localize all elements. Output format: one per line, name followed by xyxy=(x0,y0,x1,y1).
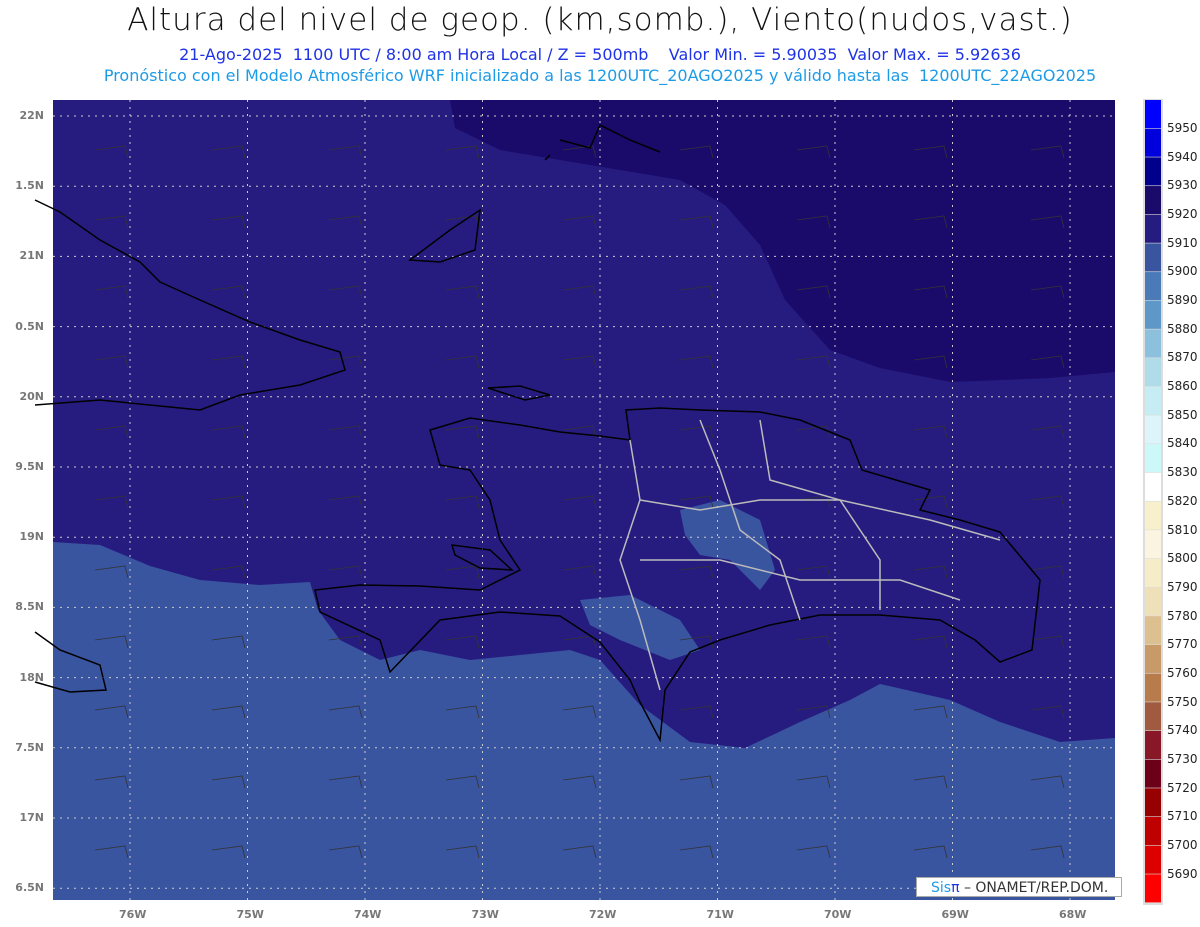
colorbar-swatch xyxy=(1145,730,1161,760)
colorbar xyxy=(1143,99,1163,905)
colorbar-swatch xyxy=(1145,874,1161,903)
colorbar-label: 5880 xyxy=(1167,321,1198,336)
colorbar-label: 5860 xyxy=(1167,379,1198,394)
colorbar-swatch xyxy=(1145,702,1161,731)
colorbar-swatch xyxy=(1145,300,1161,329)
colorbar-label: 5750 xyxy=(1167,694,1198,709)
onamet-logo: Sisπ – ONAMET/REP.DOM. xyxy=(916,877,1122,897)
colorbar-swatch xyxy=(1145,100,1161,129)
colorbar-label: 5720 xyxy=(1167,780,1198,795)
colorbar-swatch xyxy=(1145,386,1161,415)
colorbar-label: 5850 xyxy=(1167,407,1198,422)
colorbar-label: 5900 xyxy=(1167,264,1198,279)
colorbar-label: 5910 xyxy=(1167,235,1198,250)
colorbar-swatch xyxy=(1145,616,1161,645)
colorbar-label: 5760 xyxy=(1167,665,1198,680)
colorbar-swatch xyxy=(1145,558,1161,587)
colorbar-swatch xyxy=(1145,444,1161,473)
logo-text: – ONAMET/REP.DOM. xyxy=(959,880,1109,896)
colorbar-label: 5800 xyxy=(1167,551,1198,566)
colorbar-swatch xyxy=(1145,530,1161,559)
colorbar-swatch xyxy=(1145,157,1161,186)
colorbar-swatch xyxy=(1145,329,1161,358)
logo-sis: Sis xyxy=(931,880,952,896)
colorbar-label: 5790 xyxy=(1167,579,1198,594)
colorbar-swatch xyxy=(1145,644,1161,673)
colorbar-label: 5950 xyxy=(1167,121,1198,135)
colorbar-label: 5780 xyxy=(1167,608,1198,623)
colorbar-label: 5740 xyxy=(1167,723,1198,738)
colorbar-swatch xyxy=(1145,587,1161,616)
colorbar-swatch xyxy=(1145,759,1161,788)
colorbar-label: 5920 xyxy=(1167,207,1198,222)
colorbar-label: 5930 xyxy=(1167,178,1198,193)
colorbar-label: 5690 xyxy=(1167,866,1198,881)
colorbar-label: 5700 xyxy=(1167,837,1198,852)
colorbar-label: 5710 xyxy=(1167,809,1198,824)
colorbar-swatch xyxy=(1145,214,1161,243)
colorbar-swatch xyxy=(1145,472,1161,501)
colorbar-label: 5770 xyxy=(1167,637,1198,652)
colorbar-swatch xyxy=(1145,186,1161,215)
colorbar-swatch xyxy=(1145,845,1161,874)
colorbar-swatch xyxy=(1145,358,1161,387)
colorbar-swatch xyxy=(1145,243,1161,272)
colorbar-label: 5940 xyxy=(1167,149,1198,164)
colorbar-label: 5810 xyxy=(1167,522,1198,537)
colorbar-label: 5730 xyxy=(1167,751,1198,766)
colorbar-label: 5820 xyxy=(1167,493,1198,508)
colorbar-swatch xyxy=(1145,415,1161,444)
colorbar-label: 5830 xyxy=(1167,465,1198,480)
colorbar-label: 5890 xyxy=(1167,293,1198,308)
colorbar-swatch xyxy=(1145,272,1161,301)
colorbar-label: 5840 xyxy=(1167,436,1198,451)
colorbar-swatch xyxy=(1145,501,1161,530)
colorbar-swatch xyxy=(1145,128,1161,157)
colorbar-swatch xyxy=(1145,788,1161,817)
colorbar-label: 5870 xyxy=(1167,350,1198,365)
logo-pi: π xyxy=(951,880,960,896)
colorbar-swatch xyxy=(1145,673,1161,702)
colorbar-swatch xyxy=(1145,816,1161,846)
